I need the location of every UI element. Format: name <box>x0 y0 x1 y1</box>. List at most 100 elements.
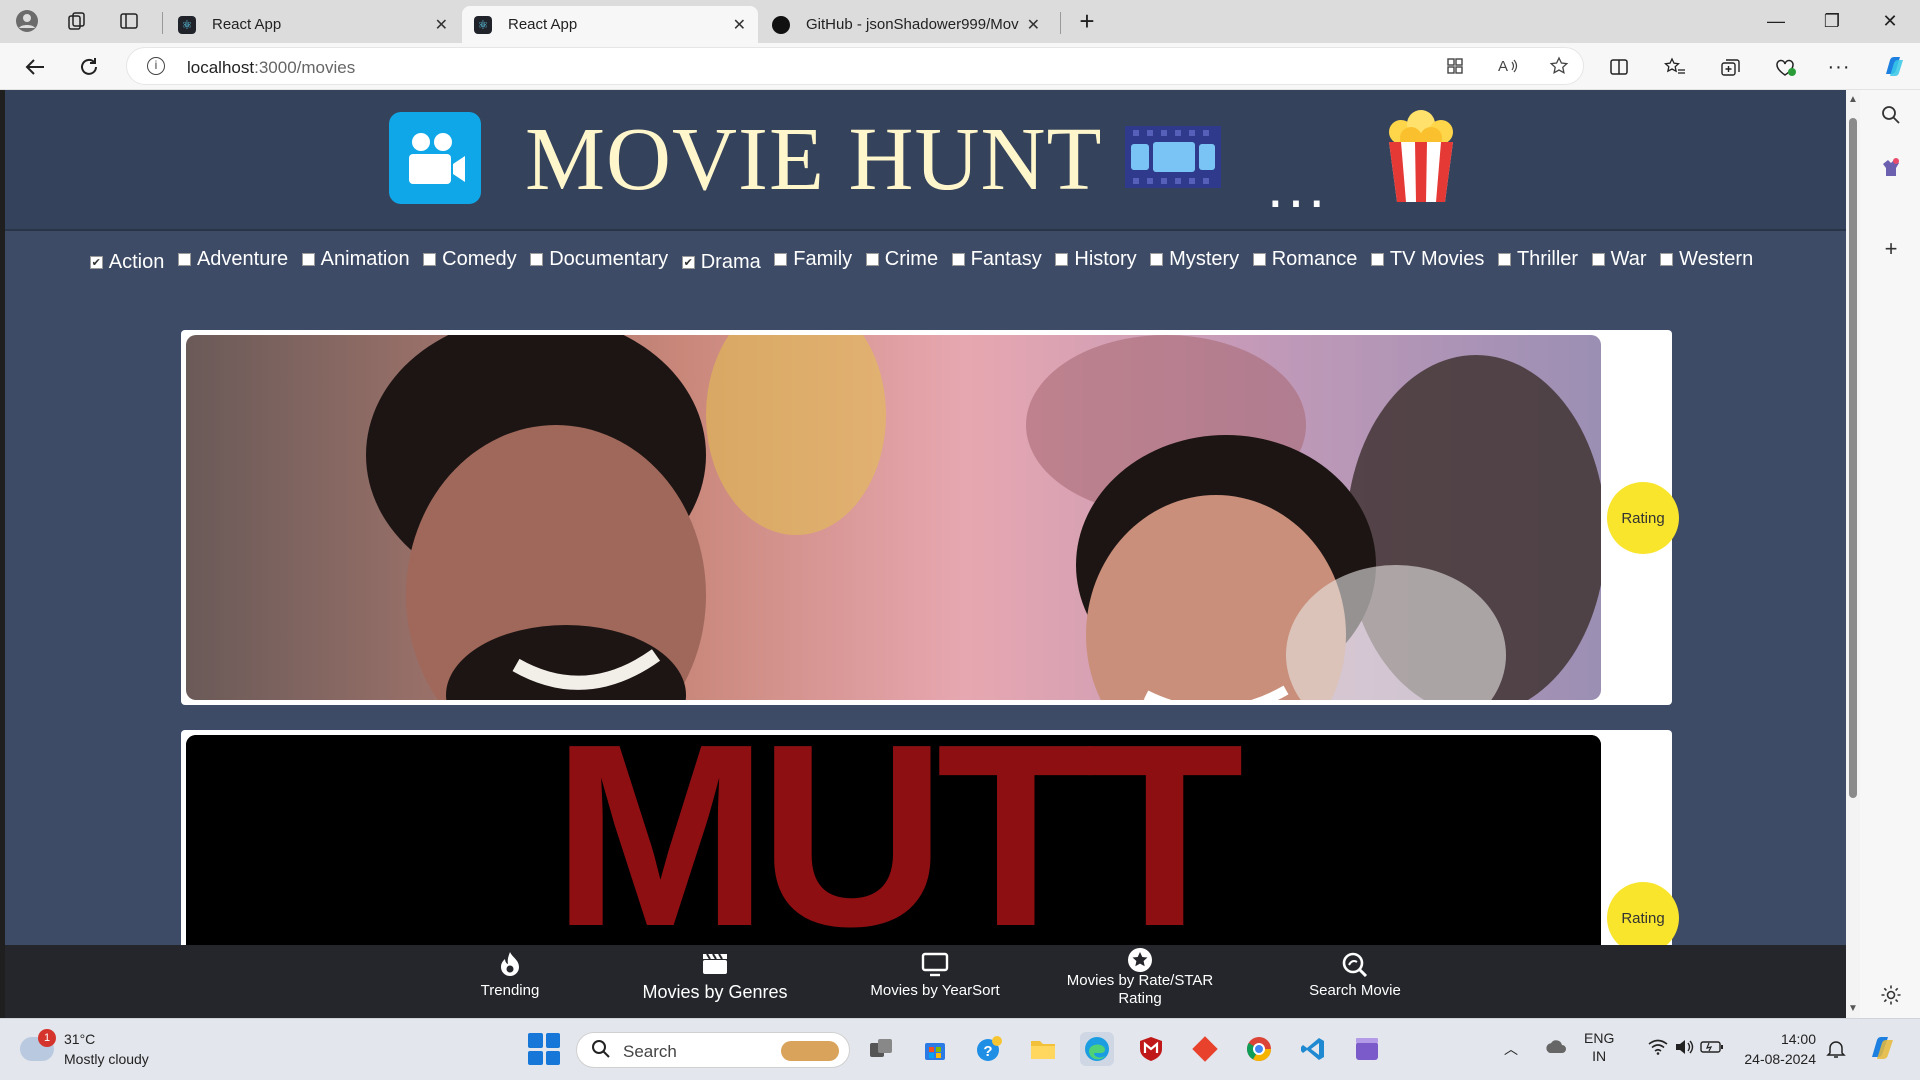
genre-history[interactable]: History <box>1055 248 1137 271</box>
genre-drama[interactable]: ✔ Drama <box>681 251 761 274</box>
restore-button[interactable]: ❐ <box>1804 6 1860 36</box>
file-explorer-icon[interactable] <box>1026 1032 1060 1066</box>
split-screen-icon[interactable] <box>1604 53 1634 81</box>
close-icon[interactable]: ✕ <box>733 15 746 35</box>
checkbox[interactable] <box>1497 253 1511 266</box>
clock[interactable]: 14:00 24-08-2024 <box>1736 1029 1816 1069</box>
genre-animation[interactable]: Animation <box>301 248 410 271</box>
movie-card[interactable]: Rating <box>181 330 1679 705</box>
chevron-up-icon[interactable]: ︿ <box>1504 1039 1518 1059</box>
monitor-icon <box>850 951 1020 979</box>
checkbox[interactable] <box>1055 253 1069 266</box>
volume-icon[interactable] <box>1674 1039 1694 1058</box>
edge-browser-icon[interactable] <box>1080 1032 1114 1066</box>
nav-movies-by-yearsort[interactable]: Movies by YearSort <box>850 951 1020 999</box>
movie-poster[interactable] <box>186 335 1601 700</box>
nav-trending[interactable]: Trending <box>445 951 575 999</box>
settings-gear-icon[interactable] <box>1878 982 1904 1008</box>
weather-widget[interactable]: 1 31°C Mostly cloudy <box>20 1029 149 1069</box>
checkbox[interactable] <box>1660 253 1674 266</box>
add-icon[interactable]: + <box>1878 236 1904 262</box>
nav-search-movie[interactable]: Search Movie <box>1280 951 1430 999</box>
checkbox[interactable] <box>177 253 191 266</box>
clipchamp-icon[interactable] <box>1350 1032 1384 1066</box>
search-icon[interactable] <box>1878 102 1904 128</box>
genre-family[interactable]: Family <box>774 248 852 271</box>
onedrive-cloud-icon[interactable] <box>1544 1039 1568 1058</box>
site-title: MOVIE HUNT <box>525 110 1103 209</box>
copilot-taskbar-icon[interactable] <box>1866 1033 1896 1068</box>
genre-romance[interactable]: Romance <box>1252 248 1357 271</box>
checkbox[interactable] <box>951 253 965 266</box>
more-options-icon[interactable]: ··· <box>1824 53 1854 81</box>
checkbox[interactable] <box>1591 253 1605 266</box>
genre-thriller[interactable]: Thriller <box>1497 248 1578 271</box>
task-view-icon[interactable] <box>864 1032 898 1066</box>
workspaces-icon[interactable] <box>62 8 92 34</box>
url-field[interactable]: i localhost:3000/movies A <box>126 47 1584 85</box>
checkbox[interactable] <box>774 253 788 266</box>
read-aloud-icon[interactable]: A <box>1497 56 1519 81</box>
close-icon[interactable]: ✕ <box>1027 15 1040 35</box>
mcafee-icon[interactable] <box>1134 1032 1168 1066</box>
genre-crime[interactable]: Crime <box>865 248 938 271</box>
chrome-icon[interactable] <box>1242 1032 1276 1066</box>
refresh-icon[interactable] <box>72 51 106 83</box>
checkbox-checked[interactable]: ✔ <box>681 256 695 269</box>
checkbox[interactable] <box>865 253 879 266</box>
microsoft-store-icon[interactable] <box>918 1032 952 1066</box>
checkbox[interactable] <box>1150 253 1164 266</box>
genre-action[interactable]: ✔ Action <box>89 251 164 274</box>
scroll-down-icon[interactable]: ▼ <box>1848 1003 1858 1014</box>
nav-movies-by-rate[interactable]: Movies by Rate/STAR Rating <box>1050 947 1230 1008</box>
site-info-icon[interactable]: i <box>147 57 165 75</box>
vertical-tabs-icon[interactable] <box>114 8 144 34</box>
favorites-icon[interactable] <box>1660 53 1690 81</box>
checkbox[interactable] <box>301 253 315 266</box>
back-arrow-icon[interactable] <box>18 51 52 83</box>
scroll-thumb[interactable] <box>1849 118 1857 798</box>
genre-western[interactable]: Western <box>1660 248 1753 271</box>
genre-mystery[interactable]: Mystery <box>1150 248 1239 271</box>
tab-react-app-2[interactable]: ⚛ React App ✕ <box>462 6 758 43</box>
collections-icon[interactable] <box>1716 53 1746 81</box>
language-indicator[interactable]: ENG IN <box>1584 1029 1614 1065</box>
genre-adventure[interactable]: Adventure <box>177 248 288 271</box>
genre-fantasy[interactable]: Fantasy <box>951 248 1042 271</box>
close-icon[interactable]: ✕ <box>435 15 448 35</box>
checkbox[interactable] <box>1370 253 1384 266</box>
checkbox[interactable] <box>1252 253 1266 266</box>
tab-github[interactable]: GitHub - jsonShadower999/Movie ✕ <box>760 6 1052 43</box>
search-icon <box>1280 951 1430 979</box>
notification-bell-icon[interactable] <box>1826 1039 1846 1064</box>
genre-war[interactable]: War <box>1591 248 1647 271</box>
minimize-button[interactable]: — <box>1748 6 1804 36</box>
battery-icon[interactable] <box>1700 1039 1724 1058</box>
weather-temp: 31°C <box>64 1031 96 1047</box>
app-available-icon[interactable] <box>1445 56 1465 81</box>
window-close-button[interactable]: ✕ <box>1862 6 1918 36</box>
profile-icon[interactable] <box>12 8 42 34</box>
tab-react-app-1[interactable]: ⚛ React App ✕ <box>166 6 460 43</box>
nav-movies-by-genres[interactable]: Movies by Genres <box>630 951 800 1003</box>
checkbox[interactable] <box>423 253 437 266</box>
copilot-icon[interactable] <box>1878 53 1908 81</box>
new-tab-button[interactable]: + <box>1072 6 1102 36</box>
browser-essentials-icon[interactable] <box>1770 53 1800 81</box>
genre-documentary[interactable]: Documentary <box>530 248 668 271</box>
get-help-icon[interactable]: ? <box>972 1032 1006 1066</box>
checkbox[interactable] <box>530 253 544 266</box>
favorite-star-icon[interactable] <box>1549 56 1569 81</box>
genre-tv-movies[interactable]: TV Movies <box>1370 248 1484 271</box>
windows-start-icon[interactable] <box>528 1033 560 1065</box>
page-scrollbar[interactable]: ▲ ▼ <box>1846 90 1860 1018</box>
genre-comedy[interactable]: Comedy <box>423 248 517 271</box>
wifi-icon[interactable] <box>1648 1039 1668 1058</box>
flame-icon <box>445 951 575 979</box>
scroll-up-icon[interactable]: ▲ <box>1848 94 1858 105</box>
taskbar-search[interactable]: Search <box>576 1032 850 1068</box>
git-icon[interactable] <box>1188 1032 1222 1066</box>
games-icon[interactable] <box>1878 154 1904 180</box>
checkbox-checked[interactable]: ✔ <box>89 256 103 269</box>
vscode-icon[interactable] <box>1296 1032 1330 1066</box>
